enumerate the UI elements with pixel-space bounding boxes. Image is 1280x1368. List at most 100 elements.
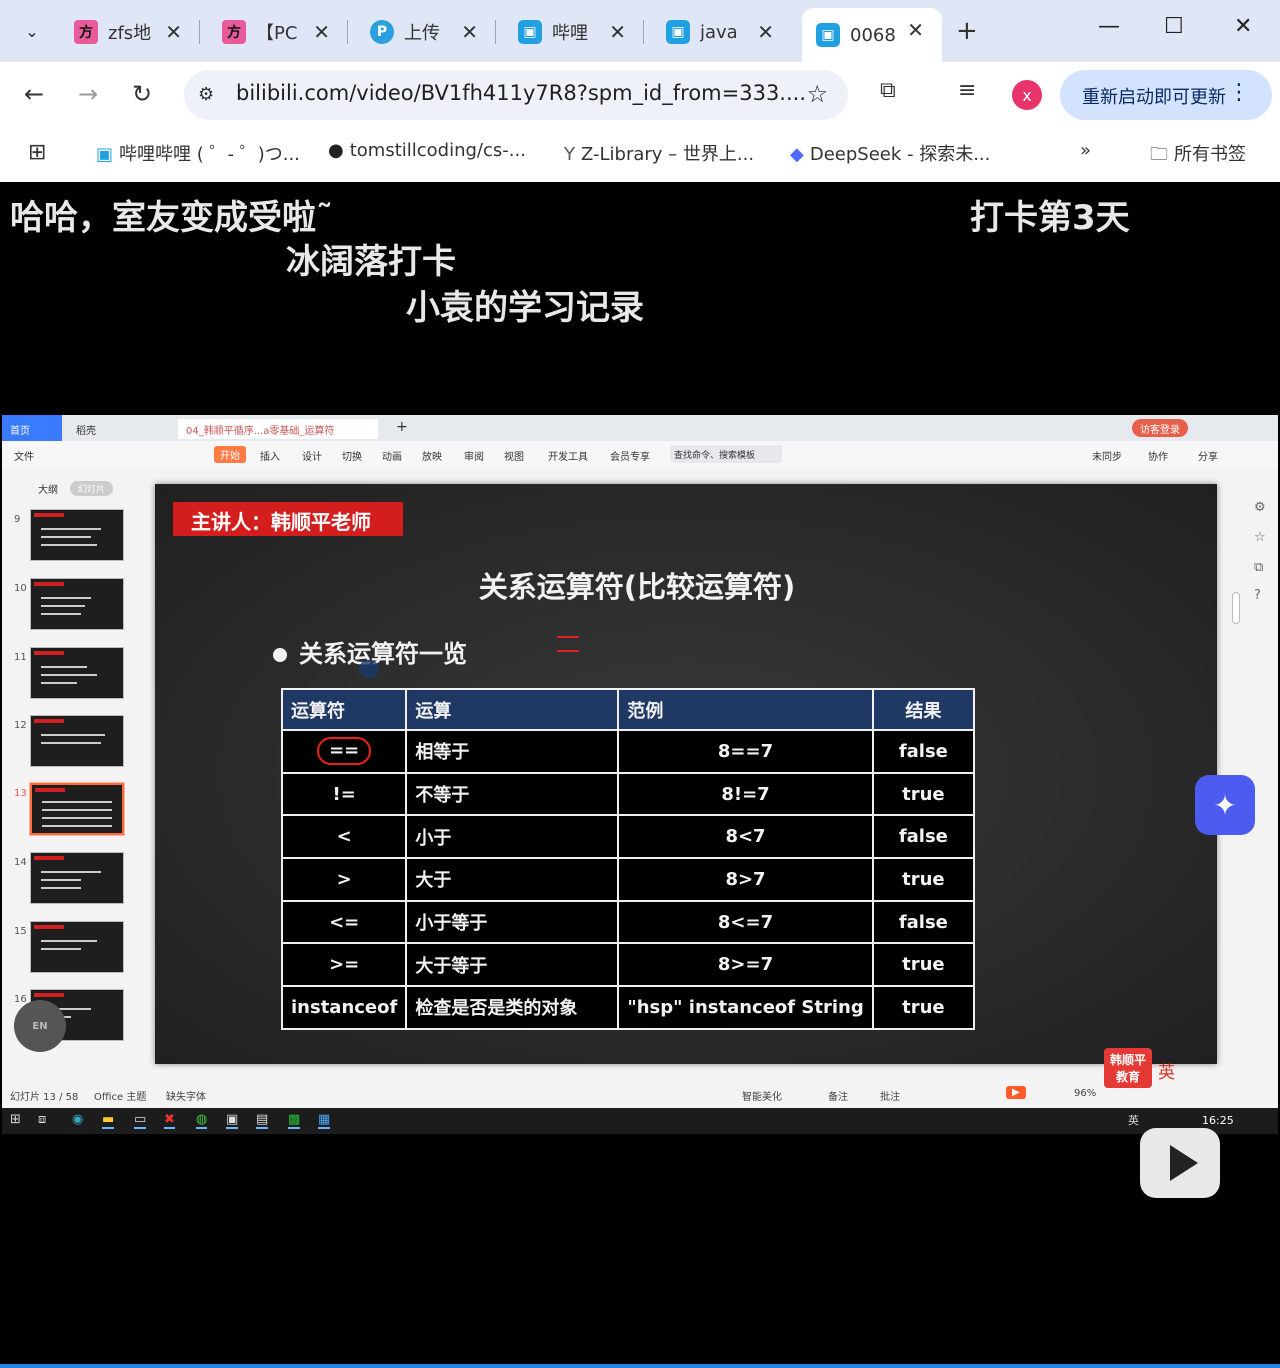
table-header: 运算符 运算 范例 结果	[280, 688, 976, 731]
table-row: > 大于 8>7 true	[280, 857, 976, 902]
site-info-icon[interactable]: ⚙	[198, 84, 214, 105]
progress-bar[interactable]	[0, 1364, 1280, 1368]
table-cell: true	[871, 985, 976, 1030]
table-cell: >=	[280, 942, 408, 988]
wps-menu-start: 开始	[214, 446, 246, 463]
theme-name: Office 主题	[94, 1092, 147, 1103]
bookmark-deepseek[interactable]: ◆ DeepSeek - 探索未...	[790, 140, 990, 166]
new-tab-button[interactable]: +	[956, 16, 978, 46]
smart-beautify: 智能美化	[742, 1092, 782, 1103]
maximize-button[interactable]: ☐	[1164, 14, 1184, 39]
danmaku-text: 冰阔落打卡	[286, 242, 456, 282]
more-bookmarks-icon[interactable]: »	[1080, 140, 1091, 161]
wps-menu-file: 文件	[14, 452, 34, 463]
table-row: instanceof 检查是否是类的对象 "hsp" instanceof St…	[280, 985, 976, 1030]
pen-annotation	[557, 636, 579, 652]
slide-position: 幻灯片 13 / 58	[10, 1092, 79, 1103]
pointer-cursor	[359, 660, 379, 678]
wps-tabbar: 首页 稻壳 04_韩顺平循序...a零基础_运算符 + 访客登录	[2, 415, 1278, 441]
windows-taskbar: ⊞ ⧈ ◉ ▬ ▭ ✖ ◍ ▣ ▤ ▩ ▦ 英 16:25	[2, 1108, 1278, 1134]
tab-title: 0068	[850, 24, 896, 46]
table-cell: 大于等于	[405, 942, 620, 988]
minimize-button[interactable]: —	[1098, 14, 1120, 39]
windows-start-icon: ⊞	[10, 1112, 21, 1127]
play-icon	[1170, 1145, 1198, 1181]
url-text: bilibili.com/video/BV1fh411y7R8?spm_id_f…	[236, 81, 807, 105]
table-cell: 相等于	[405, 729, 620, 774]
update-button[interactable]: 重新启动即可更新 ⋮	[1060, 70, 1272, 120]
slide-number: 14	[14, 857, 27, 868]
address-bar[interactable]: ⚙ bilibili.com/video/BV1fh411y7R8?spm_id…	[184, 70, 848, 120]
bookmark-zlibrary[interactable]: Y Z-Library – 世界上...	[564, 140, 754, 166]
danmaku-text: 打卡第3天	[970, 198, 1130, 238]
tab-bilibili[interactable]: ▣ 哔哩 ✕	[504, 10, 644, 54]
video-play-button[interactable]	[1140, 1128, 1220, 1198]
wps-newtab-icon: +	[396, 419, 408, 435]
copy-icon: ⧉	[1254, 560, 1264, 575]
bilibili-icon: ▣	[518, 20, 542, 44]
tab-java[interactable]: ▣ java ✕	[652, 10, 792, 54]
tab-pc[interactable]: 方 【PC ✕	[208, 10, 348, 54]
slides-tab: 幻灯片	[70, 481, 114, 496]
wps-menu-slideshow: 放映	[422, 452, 442, 463]
slide-scrollbar	[1232, 592, 1240, 624]
media-control-icon[interactable]: ≡	[958, 78, 976, 103]
reload-button[interactable]: ↻	[132, 80, 152, 108]
wps-menu-animation: 动画	[382, 452, 402, 463]
tab-title: 哔哩	[552, 23, 588, 44]
close-icon[interactable]: ✕	[461, 20, 478, 44]
tab-search-button[interactable]: ⌄	[12, 12, 52, 50]
slide-number: 10	[14, 583, 27, 594]
wps-daoke-tab: 稻壳	[76, 426, 96, 437]
slide-number: 12	[14, 720, 27, 731]
close-icon[interactable]: ✕	[165, 20, 182, 44]
brand-badge: 韩顺平教育	[1104, 1048, 1152, 1088]
extensions-icon[interactable]: ⧉	[880, 78, 896, 103]
table-header-cell: 结果	[871, 688, 976, 731]
window-close-button[interactable]: ✕	[1234, 14, 1252, 39]
table-cell: 8<=7	[617, 899, 874, 945]
en-badge: EN	[14, 1000, 66, 1052]
ai-assistant-button[interactable]: ✦	[1195, 775, 1255, 835]
deepseek-icon: ◆	[790, 144, 804, 165]
table-cell: 8==7	[617, 729, 874, 774]
missing-font: 缺失字体	[166, 1092, 206, 1103]
danmaku-text: 哈哈，室友变成受啦˜	[10, 198, 333, 238]
terminal-icon: ▭	[134, 1112, 147, 1129]
wps-collab: 协作	[1148, 452, 1168, 463]
menu-dots-icon[interactable]: ⋮	[1228, 80, 1250, 105]
bookmark-star-icon[interactable]: ☆	[806, 80, 828, 108]
apps-grid-icon[interactable]: ⊞	[28, 140, 46, 165]
bookmark-bilibili[interactable]: ▣ 哔哩哔哩 ( ゜- ゜)つ...	[96, 140, 300, 166]
table-cell: <=	[280, 899, 408, 945]
outline-tab: 大纲	[38, 485, 58, 496]
close-icon[interactable]: ✕	[609, 20, 626, 44]
table-cell: true	[871, 942, 976, 988]
all-bookmarks[interactable]: 🗀 所有书签	[1150, 140, 1246, 172]
tab-0068-active[interactable]: ▣ 0068 ✕	[802, 8, 942, 62]
profile-avatar[interactable]: x	[1012, 80, 1042, 110]
notes-toggle: 备注	[828, 1092, 848, 1103]
slide-title: 关系运算符(比较运算符)	[478, 570, 796, 604]
tab-title: 上传	[404, 23, 440, 44]
fang-icon: 方	[74, 20, 98, 44]
table-cell: "hsp" instanceof String	[617, 985, 874, 1030]
slide-number: 9	[14, 514, 21, 525]
tab-zfs[interactable]: 方 zfs地 ✕	[60, 10, 200, 54]
ime-indicator: 英	[1158, 1063, 1175, 1083]
table-cell: !=	[280, 771, 408, 817]
tab-upload[interactable]: P 上传 ✕	[356, 10, 496, 54]
folder-icon: 🗀	[1150, 144, 1168, 165]
table-cell: false	[871, 729, 976, 774]
close-icon[interactable]: ✕	[907, 18, 924, 42]
close-icon[interactable]: ✕	[313, 20, 330, 44]
edge-icon: ◉	[72, 1112, 84, 1127]
table-cell: 检查是否是类的对象	[405, 985, 620, 1030]
forward-button[interactable]: →	[78, 80, 98, 108]
bookmark-github[interactable]: ● tomstillcoding/cs-...	[328, 140, 526, 161]
table-cell: true	[871, 857, 976, 902]
back-button[interactable]: ←	[24, 80, 44, 108]
close-icon[interactable]: ✕	[757, 20, 774, 44]
table-cell: true	[871, 771, 976, 817]
tab-title: 【PC	[256, 23, 298, 44]
